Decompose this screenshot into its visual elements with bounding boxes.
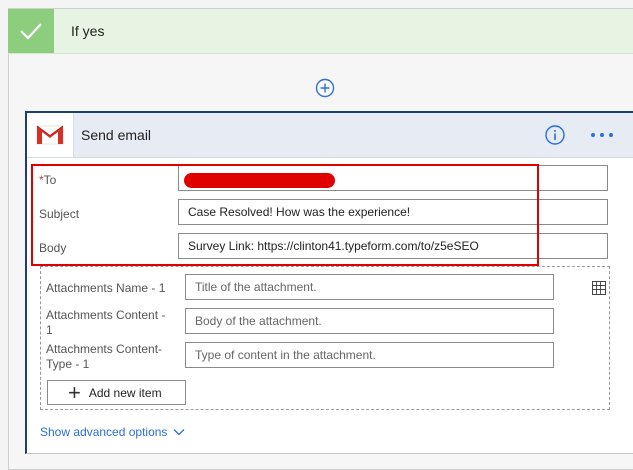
if-yes-branch-header[interactable]: If yes — [8, 9, 633, 54]
attachments-content-field[interactable]: Body of the attachment. — [185, 308, 554, 334]
info-icon[interactable] — [545, 125, 565, 145]
more-options-icon[interactable] — [589, 125, 615, 145]
attachments-name-label: Attachments Name - 1 — [46, 281, 166, 295]
card-title: Send email — [81, 127, 152, 143]
attachments-content-label: Attachments Content - — [46, 308, 166, 322]
highlight-annotation — [31, 164, 539, 266]
checkmark-icon — [8, 9, 54, 53]
chevron-down-icon — [173, 429, 185, 436]
show-advanced-options-label: Show advanced options — [40, 425, 168, 439]
attachments-content-type-field[interactable]: Type of content in the attachment. — [185, 342, 554, 368]
gmail-logo-icon — [27, 113, 74, 157]
attachments-name-field[interactable]: Title of the attachment. — [185, 274, 554, 300]
attachments-content-type-label-line2: Type - 1 — [46, 357, 90, 371]
plus-icon: + — [68, 379, 81, 405]
add-new-item-label: Add new item — [88, 385, 162, 400]
show-advanced-options-link[interactable]: Show advanced options — [40, 425, 185, 439]
add-step-plus-icon[interactable] — [315, 78, 335, 98]
attachments-content-label-line2: 1 — [46, 323, 53, 337]
attachments-content-type-label: Attachments Content- — [46, 342, 163, 356]
card-header[interactable]: Send email — [27, 113, 633, 158]
branch-label: If yes — [71, 23, 105, 39]
switch-array-input-icon[interactable] — [590, 279, 608, 297]
add-new-item-button[interactable]: + Add new item — [47, 380, 186, 405]
